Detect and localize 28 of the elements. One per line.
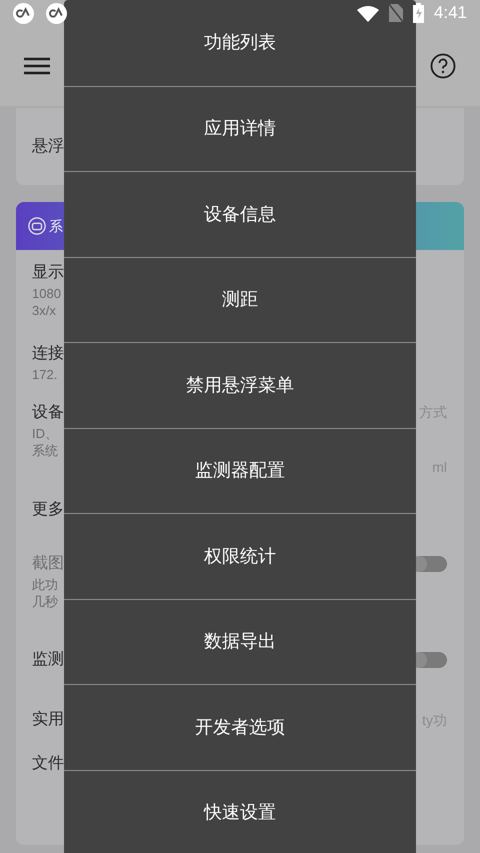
menu-item[interactable]: 设备信息: [204, 200, 276, 228]
card-header-title: 系: [49, 216, 63, 236]
menu-item[interactable]: 监测器配置: [195, 457, 285, 484]
item-title: 连接: [32, 344, 64, 364]
item-subtitle: 几秒: [32, 593, 58, 610]
item-title: 监测: [32, 650, 64, 670]
item-title: 更多: [32, 500, 64, 520]
item-title: 文件: [32, 754, 64, 774]
item-subtitle: 此功: [32, 576, 58, 593]
item-title: 显示: [32, 263, 64, 283]
item-subtitle: 3x/x: [32, 302, 56, 319]
item-subtitle: 1080: [32, 285, 61, 302]
menu-item[interactable]: 功能列表: [204, 29, 276, 56]
item-subtitle: 系统: [32, 442, 58, 458]
menu-item[interactable]: 数据导出: [204, 628, 276, 656]
menu-item[interactable]: 权限统计: [204, 542, 276, 570]
item-title: 悬浮: [32, 136, 64, 156]
status-time: 4:41: [434, 2, 467, 24]
menu-item[interactable]: 应用详情: [204, 115, 276, 142]
item-title: 实用: [32, 710, 64, 730]
item-subtitle: ID、: [32, 424, 58, 442]
menu-item[interactable]: 开发者选项: [195, 714, 285, 741]
menu-item[interactable]: 禁用悬浮菜单: [186, 372, 294, 399]
item-subtitle: 172.: [32, 366, 58, 382]
menu-item[interactable]: 快速设置: [204, 799, 276, 826]
item-title: 截图: [32, 554, 64, 574]
menu-item[interactable]: 测距: [222, 286, 258, 314]
item-title: 设备: [32, 402, 64, 422]
